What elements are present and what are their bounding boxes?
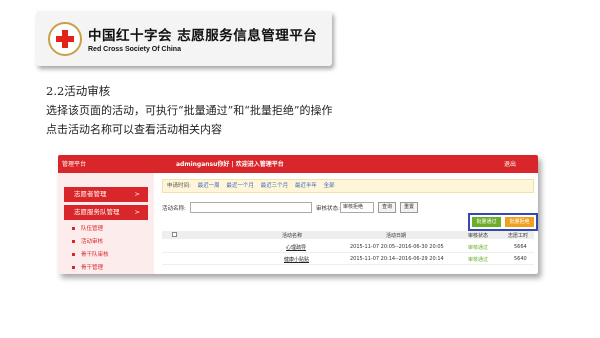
activity-date: 2015-11-07 20:05--2016-06-30 20:05: [350, 244, 444, 250]
filter-last-three-months[interactable]: 最近三个月: [261, 183, 289, 189]
sidebar-item-label: 志愿者管理: [74, 190, 107, 198]
sidebar: 志愿者管理 > 志愿服务队管理 > 队伍管理 活动审核 骨干队审核 骨干管理: [58, 173, 154, 274]
submenu-item-team[interactable]: 队伍管理: [72, 223, 109, 236]
activity-date: 2015-11-07 20:14--2016-06-29 20:14: [350, 256, 444, 262]
batch-approve-button[interactable]: 批量通过: [472, 217, 501, 227]
submenu-item-core-team-review[interactable]: 骨干队审核: [72, 249, 109, 262]
bullet-icon: [72, 253, 75, 256]
sidebar-item-team-mgmt[interactable]: 志愿服务队管理 >: [64, 205, 148, 220]
filter-last-month[interactable]: 最近一个月: [226, 183, 254, 189]
activity-name-input[interactable]: [190, 202, 312, 213]
volunteer-hours: 5640: [514, 256, 527, 262]
red-cross-logo-icon: [48, 21, 82, 56]
banner-title: 中国红十字会 志愿服务信息管理平台: [88, 28, 318, 44]
bullet-icon: [72, 266, 75, 269]
app-top-bar: 管理平台 admingansu你好 | 欢迎进入管理平台 退出: [58, 155, 538, 173]
filter-last-half-year[interactable]: 最近半年: [295, 183, 317, 189]
activity-name-link[interactable]: 健康小贴贴: [284, 256, 309, 263]
col-review-status: 审核状态: [468, 233, 489, 239]
instruction-line-1: 选择该页面的活动，可执行“批量通过”和“批量拒绝”的操作: [46, 104, 333, 117]
sidebar-submenu: 队伍管理 活动审核 骨干队审核 骨干管理: [72, 223, 109, 274]
col-volunteer-hours: 志愿工时: [508, 233, 529, 239]
review-status: 审核通过: [468, 257, 489, 263]
review-status-label: 审核状态:: [316, 206, 340, 212]
filter-all[interactable]: 全部: [324, 183, 335, 189]
banner-subtitle: Red Cross Society Of China: [88, 46, 181, 53]
table-header: 活动名称 活动日期 审核状态 志愿工时: [162, 231, 534, 239]
user-greeting: admingansu你好 | 欢迎进入管理平台: [176, 161, 284, 168]
date-filter-bar: 申请时间: 最近一周 最近一个月 最近三个月 最近半年 全部: [162, 179, 534, 193]
batch-reject-button[interactable]: 批量拒绝: [505, 217, 534, 227]
submenu-item-core-mgmt[interactable]: 骨干管理: [72, 262, 109, 274]
bullet-icon: [72, 240, 75, 243]
filter-last-week[interactable]: 最近一周: [198, 183, 220, 189]
activity-name-link[interactable]: 心理疏导: [286, 244, 306, 251]
volunteer-hours: 5664: [514, 244, 527, 250]
sidebar-item-volunteer-mgmt[interactable]: 志愿者管理 >: [64, 187, 148, 202]
chevron-right-icon: >: [134, 190, 140, 198]
col-activity-date: 活动日期: [386, 233, 407, 239]
app-brand: 管理平台: [62, 161, 87, 168]
review-status-select[interactable]: 审核拒绝: [340, 202, 374, 213]
select-all-checkbox[interactable]: [172, 232, 177, 237]
submenu-item-activity-review[interactable]: 活动审核: [72, 236, 109, 249]
chevron-right-icon: >: [134, 208, 140, 216]
activity-name-label: 活动名称:: [162, 206, 186, 212]
app-screenshot: 管理平台 admingansu你好 | 欢迎进入管理平台 退出 志愿者管理 > …: [58, 155, 538, 274]
header-banner: 中国红十字会 志愿服务信息管理平台 Red Cross Society Of C…: [36, 11, 332, 66]
reset-button[interactable]: 重置: [400, 202, 418, 213]
date-filter-label: 申请时间:: [167, 183, 191, 189]
table-row: 健康小贴贴 2015-11-07 20:14--2016-06-29 20:14…: [162, 253, 534, 265]
logout-link[interactable]: 退出: [504, 159, 516, 168]
query-button[interactable]: 查询: [378, 202, 396, 213]
col-activity-name: 活动名称: [282, 233, 303, 239]
instruction-line-2: 点击活动名称可以查看活动相关内容: [46, 123, 222, 136]
review-status: 审核通过: [468, 245, 489, 251]
batch-actions-highlight: 批量通过 批量拒绝: [468, 213, 538, 231]
section-title: 2.2活动审核: [46, 84, 111, 98]
table-row: 心理疏导 2015-11-07 20:05--2016-06-30 20:05 …: [162, 241, 534, 253]
sidebar-item-label: 志愿服务队管理: [74, 208, 120, 216]
bullet-icon: [72, 227, 75, 230]
